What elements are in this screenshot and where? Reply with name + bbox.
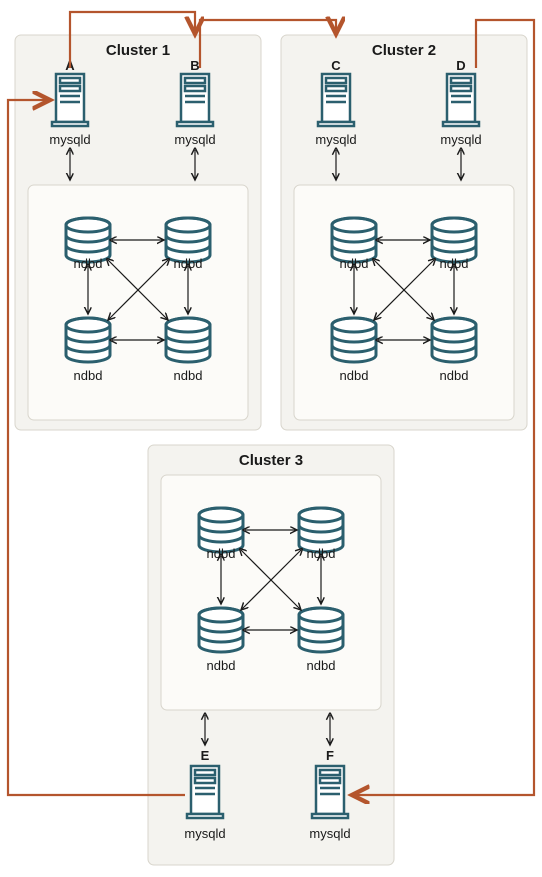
node-f-caption: mysqld bbox=[309, 826, 350, 841]
server-icon bbox=[177, 74, 213, 126]
node-f-label: F bbox=[326, 748, 334, 763]
node-a-caption: mysqld bbox=[49, 132, 90, 147]
server-icon bbox=[187, 766, 223, 818]
database-icon bbox=[332, 218, 476, 362]
ndbd-label: ndbd bbox=[174, 256, 203, 271]
node-c-caption: mysqld bbox=[315, 132, 356, 147]
server-icon bbox=[443, 74, 479, 126]
node-b-caption: mysqld bbox=[174, 132, 215, 147]
ndbd-label: ndbd bbox=[440, 368, 469, 383]
cluster-3: Cluster 3 ndbd ndbd ndbd ndbd E F mysqld… bbox=[148, 445, 394, 865]
cluster-3-title: Cluster 3 bbox=[239, 452, 303, 469]
cluster-2-title: Cluster 2 bbox=[372, 42, 436, 59]
cluster-2: Cluster 2 C D mysqld mysqld ndbd ndbd nd… bbox=[281, 35, 527, 430]
ndbd-label: ndbd bbox=[307, 546, 336, 561]
ndbd-label: ndbd bbox=[207, 658, 236, 673]
ndbd-label: ndbd bbox=[440, 256, 469, 271]
node-e-label: E bbox=[201, 748, 210, 763]
ndbd-label: ndbd bbox=[207, 546, 236, 561]
ndbd-label: ndbd bbox=[307, 658, 336, 673]
cluster-1-title: Cluster 1 bbox=[106, 42, 170, 59]
node-e-caption: mysqld bbox=[184, 826, 225, 841]
server-icon bbox=[52, 74, 88, 126]
ndbd-label: ndbd bbox=[74, 368, 103, 383]
node-c-label: C bbox=[331, 58, 341, 73]
database-icon bbox=[199, 508, 343, 652]
node-d-caption: mysqld bbox=[440, 132, 481, 147]
ndbd-label: ndbd bbox=[340, 368, 369, 383]
server-icon bbox=[318, 74, 354, 126]
node-b-label: B bbox=[190, 58, 199, 73]
database-icon bbox=[66, 218, 210, 362]
cluster-1: Cluster 1 A B mysqld mysqld ndbd ndbd nd… bbox=[15, 35, 261, 430]
ndbd-label: ndbd bbox=[74, 256, 103, 271]
ndbd-label: ndbd bbox=[340, 256, 369, 271]
node-d-label: D bbox=[456, 58, 465, 73]
replication-diagram: Cluster 1 A B mysqld mysqld ndbd ndbd nd… bbox=[0, 0, 542, 877]
server-icon bbox=[312, 766, 348, 818]
ndbd-label: ndbd bbox=[174, 368, 203, 383]
